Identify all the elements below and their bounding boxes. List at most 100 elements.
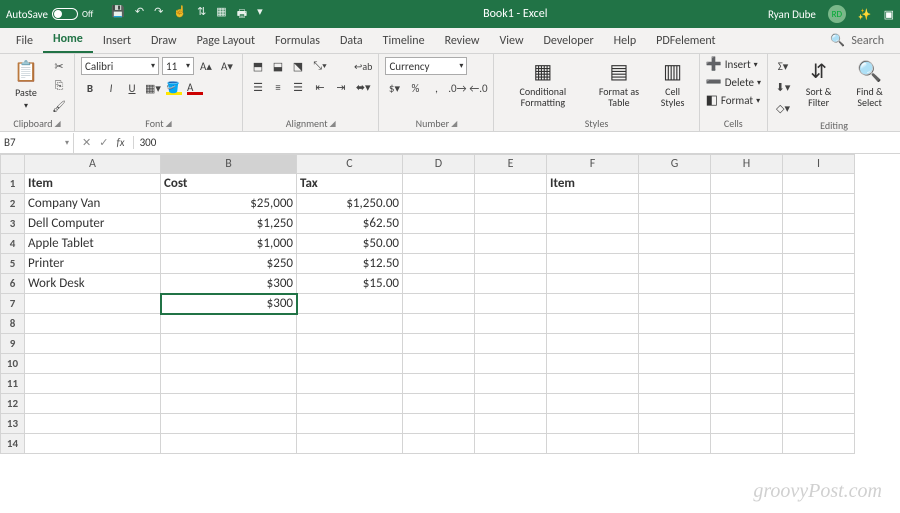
tab-view[interactable]: View bbox=[489, 29, 533, 53]
copy-icon[interactable]: ⎘ bbox=[50, 77, 68, 95]
cell-C2[interactable]: $1,250.00 bbox=[297, 194, 403, 214]
number-format-select[interactable]: Currency▾ bbox=[385, 57, 467, 75]
cell-C4[interactable]: $50.00 bbox=[297, 234, 403, 254]
cell-A2[interactable]: Company Van bbox=[25, 194, 161, 214]
cell-D4[interactable] bbox=[403, 234, 475, 254]
cell-G2[interactable] bbox=[639, 194, 711, 214]
cell-F3[interactable] bbox=[547, 214, 639, 234]
increase-decimal-icon[interactable]: .0→ bbox=[448, 79, 466, 97]
cell-E11[interactable] bbox=[475, 374, 547, 394]
cell-D9[interactable] bbox=[403, 334, 475, 354]
dialog-launcher-icon[interactable]: ◢ bbox=[451, 119, 457, 129]
cell-G11[interactable] bbox=[639, 374, 711, 394]
cell-H5[interactable] bbox=[711, 254, 783, 274]
tab-page-layout[interactable]: Page Layout bbox=[187, 29, 265, 53]
cell-A12[interactable] bbox=[25, 394, 161, 414]
cell-B7[interactable]: $300 bbox=[161, 294, 297, 314]
select-all-corner[interactable] bbox=[1, 155, 25, 174]
save-icon[interactable]: 💾 bbox=[111, 5, 125, 24]
tab-insert[interactable]: Insert bbox=[93, 29, 141, 53]
autosum-icon[interactable]: Σ▾ bbox=[774, 57, 792, 75]
touch-mode-icon[interactable]: ☝ bbox=[173, 5, 187, 24]
cell-B1[interactable]: Cost bbox=[161, 174, 297, 194]
cell-I1[interactable] bbox=[783, 174, 855, 194]
cell-G14[interactable] bbox=[639, 434, 711, 454]
dialog-launcher-icon[interactable]: ◢ bbox=[54, 119, 60, 129]
decrease-font-icon[interactable]: A▾ bbox=[218, 57, 236, 75]
column-header-A[interactable]: A bbox=[25, 155, 161, 174]
cell-G12[interactable] bbox=[639, 394, 711, 414]
undo-icon[interactable]: ↶ bbox=[135, 5, 144, 24]
sort-icon[interactable]: ⇅ bbox=[197, 5, 206, 24]
column-header-H[interactable]: H bbox=[711, 155, 783, 174]
increase-font-icon[interactable]: A▴ bbox=[197, 57, 215, 75]
cell-G5[interactable] bbox=[639, 254, 711, 274]
cell-D6[interactable] bbox=[403, 274, 475, 294]
cell-F13[interactable] bbox=[547, 414, 639, 434]
cell-A6[interactable]: Work Desk bbox=[25, 274, 161, 294]
insert-cells-button[interactable]: ➕Insert▾ bbox=[706, 57, 761, 72]
cell-E5[interactable] bbox=[475, 254, 547, 274]
font-name-select[interactable]: Calibri▾ bbox=[81, 57, 159, 75]
cell-A1[interactable]: Item bbox=[25, 174, 161, 194]
font-size-select[interactable]: 11▾ bbox=[162, 57, 194, 75]
cell-B13[interactable] bbox=[161, 414, 297, 434]
cell-A10[interactable] bbox=[25, 354, 161, 374]
row-header-10[interactable]: 10 bbox=[1, 354, 25, 374]
cell-H14[interactable] bbox=[711, 434, 783, 454]
cell-E9[interactable] bbox=[475, 334, 547, 354]
percent-icon[interactable]: % bbox=[406, 79, 424, 97]
cell-C1[interactable]: Tax bbox=[297, 174, 403, 194]
cell-C7[interactable] bbox=[297, 294, 403, 314]
cell-E3[interactable] bbox=[475, 214, 547, 234]
cell-B3[interactable]: $1,250 bbox=[161, 214, 297, 234]
cell-F5[interactable] bbox=[547, 254, 639, 274]
cell-I6[interactable] bbox=[783, 274, 855, 294]
cell-E7[interactable] bbox=[475, 294, 547, 314]
bold-button[interactable]: B bbox=[81, 79, 99, 97]
increase-indent-icon[interactable]: ⇥ bbox=[332, 78, 350, 96]
cell-F14[interactable] bbox=[547, 434, 639, 454]
row-header-8[interactable]: 8 bbox=[1, 314, 25, 334]
cell-E12[interactable] bbox=[475, 394, 547, 414]
cell-F9[interactable] bbox=[547, 334, 639, 354]
cell-H10[interactable] bbox=[711, 354, 783, 374]
row-header-1[interactable]: 1 bbox=[1, 174, 25, 194]
column-header-C[interactable]: C bbox=[297, 155, 403, 174]
cell-E4[interactable] bbox=[475, 234, 547, 254]
format-cells-button[interactable]: ◧Format▾ bbox=[706, 93, 761, 108]
tab-draw[interactable]: Draw bbox=[141, 29, 187, 53]
autosave-toggle[interactable]: AutoSave Off bbox=[6, 8, 93, 21]
print-icon[interactable]: 🖶 bbox=[237, 5, 247, 24]
cell-G1[interactable] bbox=[639, 174, 711, 194]
cell-G6[interactable] bbox=[639, 274, 711, 294]
cell-H8[interactable] bbox=[711, 314, 783, 334]
cell-E1[interactable] bbox=[475, 174, 547, 194]
cell-H7[interactable] bbox=[711, 294, 783, 314]
decrease-decimal-icon[interactable]: ←.0 bbox=[469, 79, 487, 97]
cell-C10[interactable] bbox=[297, 354, 403, 374]
redo-icon[interactable]: ↷ bbox=[154, 5, 163, 24]
cell-G3[interactable] bbox=[639, 214, 711, 234]
cell-C14[interactable] bbox=[297, 434, 403, 454]
cell-A13[interactable] bbox=[25, 414, 161, 434]
tab-review[interactable]: Review bbox=[435, 29, 490, 53]
cell-H12[interactable] bbox=[711, 394, 783, 414]
cell-G8[interactable] bbox=[639, 314, 711, 334]
cell-B12[interactable] bbox=[161, 394, 297, 414]
cell-E13[interactable] bbox=[475, 414, 547, 434]
cell-B5[interactable]: $250 bbox=[161, 254, 297, 274]
cell-F7[interactable] bbox=[547, 294, 639, 314]
tab-help[interactable]: Help bbox=[604, 29, 647, 53]
cell-C12[interactable] bbox=[297, 394, 403, 414]
cell-H13[interactable] bbox=[711, 414, 783, 434]
cut-icon[interactable]: ✂ bbox=[50, 57, 68, 75]
cell-F11[interactable] bbox=[547, 374, 639, 394]
format-painter-icon[interactable]: 🖌 bbox=[50, 97, 68, 115]
tab-pdfelement[interactable]: PDFelement bbox=[646, 29, 725, 53]
cell-C11[interactable] bbox=[297, 374, 403, 394]
cell-F12[interactable] bbox=[547, 394, 639, 414]
cell-D11[interactable] bbox=[403, 374, 475, 394]
cell-B10[interactable] bbox=[161, 354, 297, 374]
cell-G10[interactable] bbox=[639, 354, 711, 374]
